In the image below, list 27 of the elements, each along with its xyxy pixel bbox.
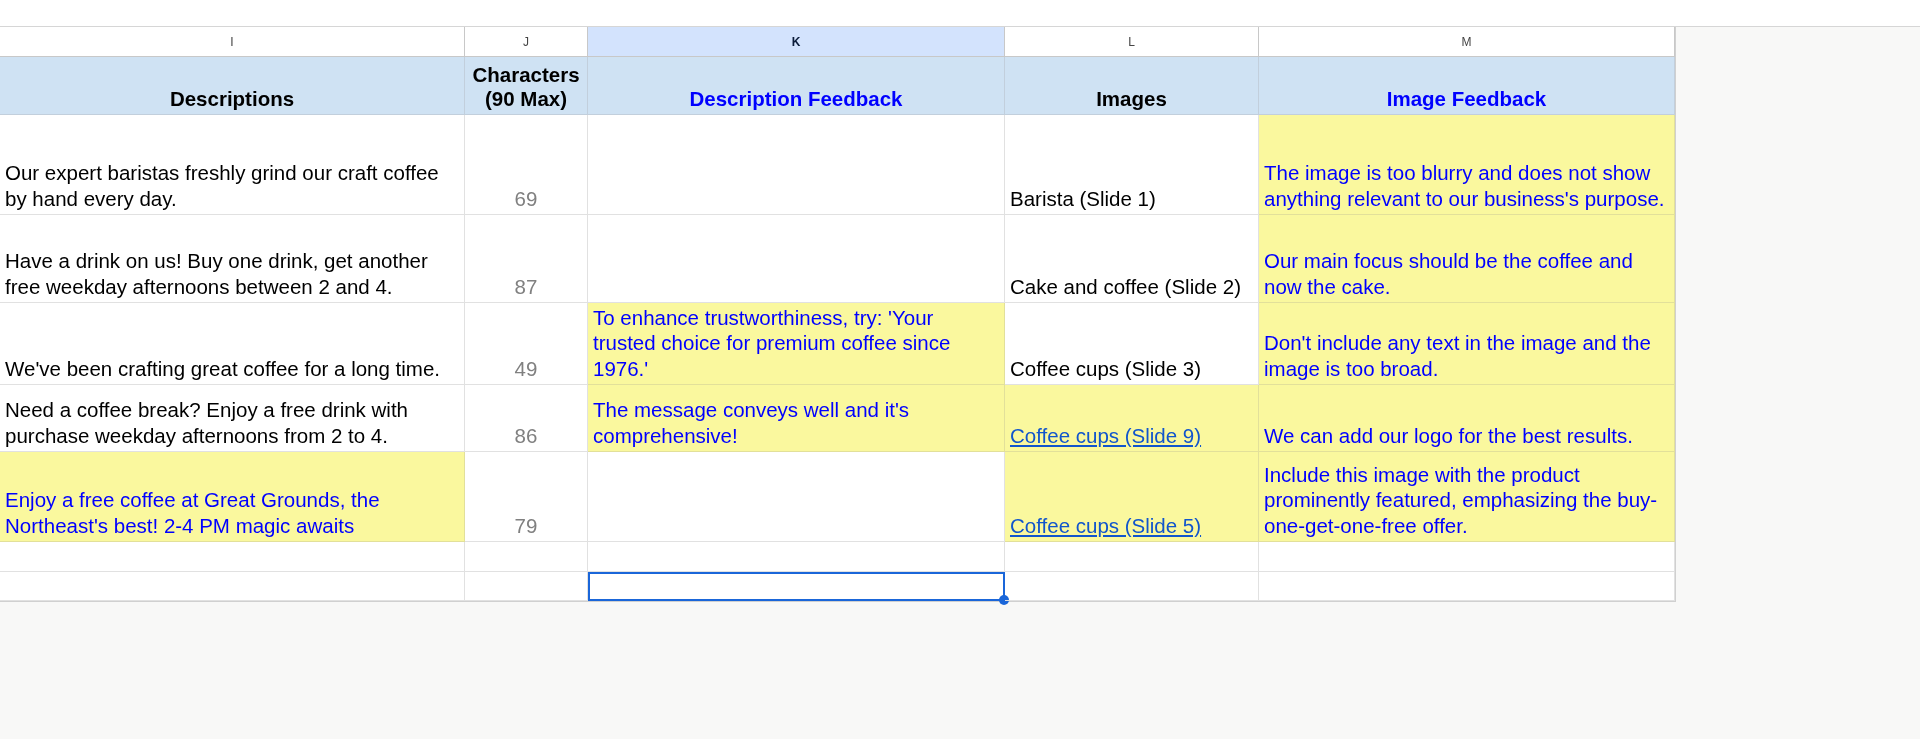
- table-cell: Have a drink on us! Buy one drink, get another free weekday afternoons between 2 and 4.: [0, 215, 465, 303]
- table-cell: We've been crafting great coffee for a long time.: [0, 303, 465, 385]
- header-cell: Characters (90 Max): [465, 57, 588, 115]
- link[interactable]: Coffee cups (Slide 5): [1010, 512, 1253, 538]
- table-cell: The message conveys well and it's comprehensive!: [588, 385, 1005, 452]
- column-header[interactable]: L: [1005, 27, 1259, 57]
- table-cell: 69: [465, 115, 588, 215]
- header-cell: Images: [1005, 57, 1259, 115]
- header-cell: Image Feedback: [1259, 57, 1675, 115]
- header-cell: Description Feedback: [588, 57, 1005, 115]
- column-header[interactable]: K: [588, 27, 1005, 57]
- table-cell: The image is too blurry and does not show anything relevant to our business's purpose.: [1259, 115, 1675, 215]
- table-cell: Don't include any text in the image and the image is too broad.: [1259, 303, 1675, 385]
- table-cell: Our expert baristas freshly grind our craft coffee by hand every day.: [0, 115, 465, 215]
- table-cell: We can add our logo for the best results.: [1259, 385, 1675, 452]
- link[interactable]: Coffee cups (Slide 9): [1010, 422, 1253, 448]
- table-cell: Our main focus should be the coffee and now the cake.: [1259, 215, 1675, 303]
- column-header[interactable]: M: [1259, 27, 1675, 57]
- table-cell: Include this image with the product prominently featured, emphasizing the buy-one-get-one-free offer.: [1259, 452, 1675, 542]
- table-cell: To enhance trustworthiness, try: 'Your trusted choice for premium coffee since 1976.': [588, 303, 1005, 385]
- fill-handle[interactable]: [999, 595, 1009, 605]
- table-cell: Enjoy a free coffee at Great Grounds, the Northeast's best! 2-4 PM magic awaits: [0, 452, 465, 542]
- column-header[interactable]: I: [0, 27, 465, 57]
- table-cell: 87: [465, 215, 588, 303]
- column-header[interactable]: J: [465, 27, 588, 57]
- table-cell: 79: [465, 452, 588, 542]
- header-cell: Descriptions: [0, 57, 465, 115]
